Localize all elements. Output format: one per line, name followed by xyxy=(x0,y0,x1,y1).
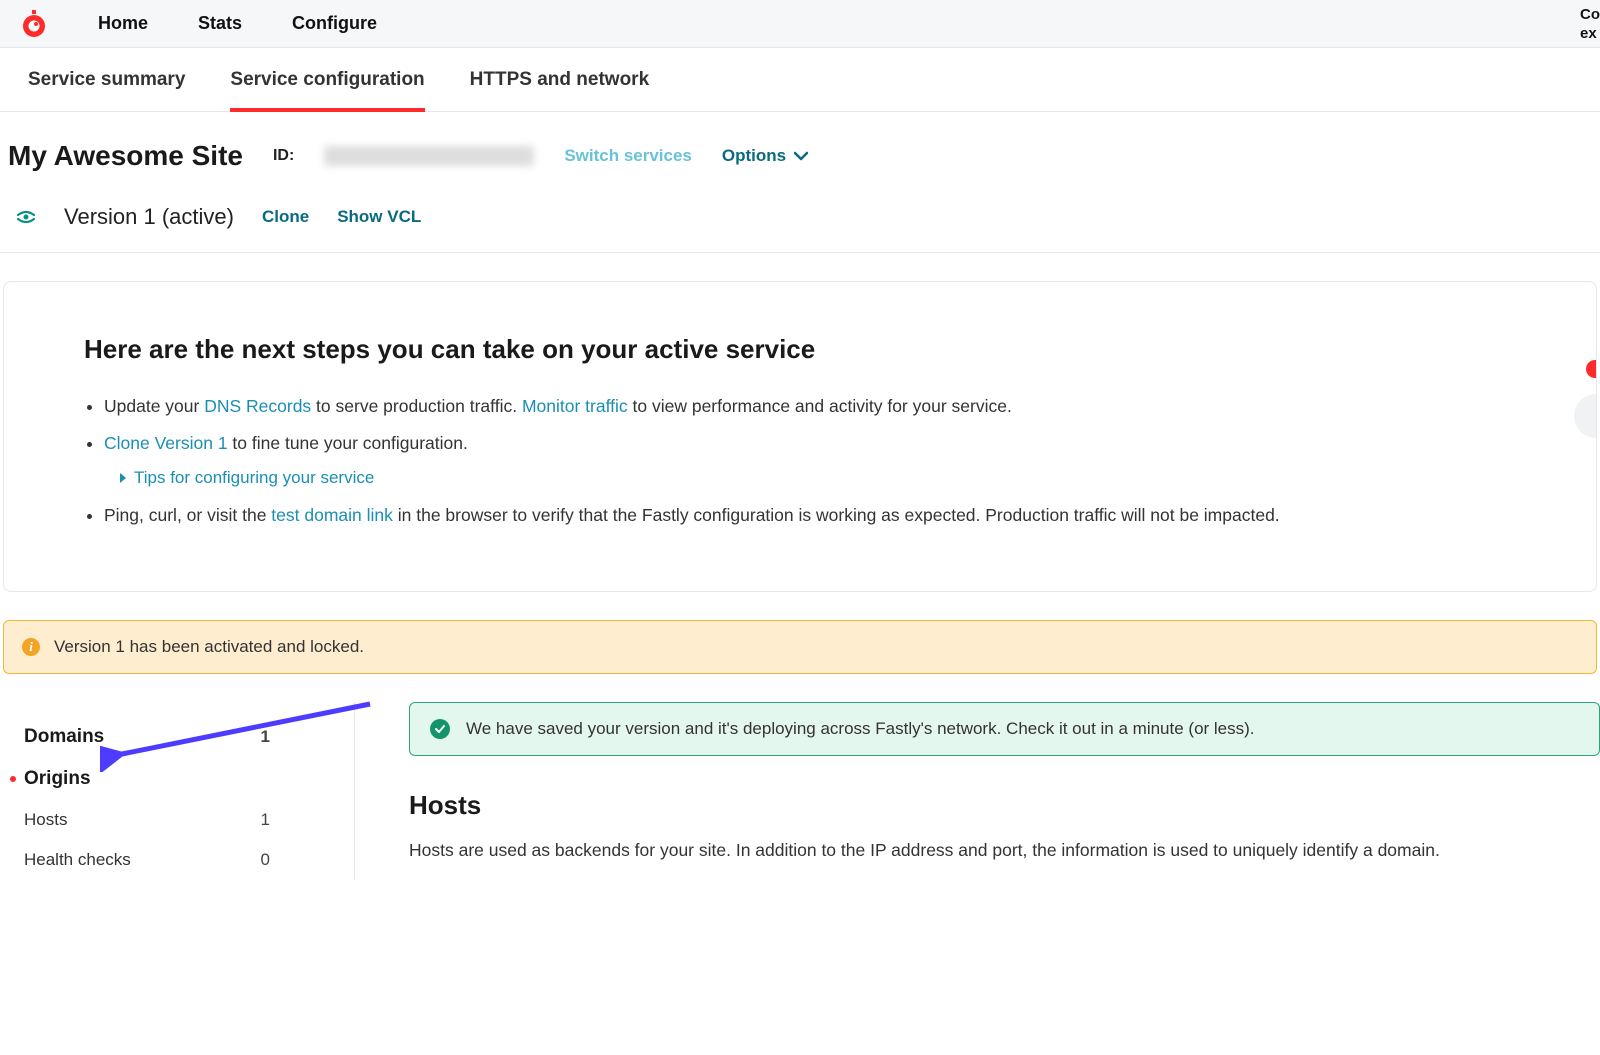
config-sidebar: Domains 1 Origins Hosts 1 Health checks … xyxy=(0,702,355,880)
step3-post: in the browser to verify that the Fastly… xyxy=(393,505,1280,525)
deploy-success-banner: We have saved your version and it's depl… xyxy=(409,702,1600,756)
sidebar-item-domains[interactable]: Domains 1 xyxy=(24,716,330,758)
test-domain-link[interactable]: test domain link xyxy=(271,505,393,525)
sidebar-item-hosts[interactable]: Hosts 1 xyxy=(24,800,330,840)
right-edge-red-dot xyxy=(1586,360,1596,378)
switch-services-link[interactable]: Switch services xyxy=(564,146,692,166)
topbar-right-line2: ex xyxy=(1580,25,1600,44)
service-id-value-blurred xyxy=(324,146,534,166)
tab-https-network[interactable]: HTTPS and network xyxy=(470,48,649,111)
sidebar-hosts-label: Hosts xyxy=(24,810,67,830)
nav-stats[interactable]: Stats xyxy=(198,13,242,34)
topbar-right-line1: Co xyxy=(1580,6,1600,25)
config-lower-section: Domains 1 Origins Hosts 1 Health checks … xyxy=(0,702,1600,880)
sidebar-item-health-checks[interactable]: Health checks 0 xyxy=(24,840,330,880)
version-active-icon xyxy=(16,207,36,227)
hosts-heading: Hosts xyxy=(409,790,1600,821)
check-circle-icon xyxy=(430,719,450,739)
version-activated-alert: i Version 1 has been activated and locke… xyxy=(3,620,1597,674)
step1-post: to view performance and activity for you… xyxy=(628,396,1012,416)
service-subtabs: Service summary Service configuration HT… xyxy=(0,48,1600,112)
step2-post: to fine tune your configuration. xyxy=(228,433,468,453)
chevron-down-icon xyxy=(794,146,808,166)
alert-text: Version 1 has been activated and locked. xyxy=(54,637,364,657)
version-label: Version 1 (active) xyxy=(64,204,234,230)
nav-configure[interactable]: Configure xyxy=(292,13,377,34)
service-header: My Awesome Site ID: Switch services Opti… xyxy=(0,112,1600,253)
next-steps-panel: Here are the next steps you can take on … xyxy=(3,281,1597,592)
info-icon: i xyxy=(22,638,40,656)
hosts-description: Hosts are used as backends for your site… xyxy=(409,837,1600,864)
step-clone: Clone Version 1 to fine tune your config… xyxy=(104,430,1516,491)
topbar-right-text: Co ex xyxy=(1580,6,1600,44)
sidebar-health-label: Health checks xyxy=(24,850,131,870)
step1-pre: Update your xyxy=(104,396,204,416)
top-nav-links: Home Stats Configure xyxy=(98,13,377,34)
step-test-domain: Ping, curl, or visit the test domain lin… xyxy=(104,502,1516,529)
config-content: We have saved your version and it's depl… xyxy=(355,702,1600,880)
success-text: We have saved your version and it's depl… xyxy=(466,719,1255,739)
next-steps-heading: Here are the next steps you can take on … xyxy=(84,334,1516,365)
show-vcl-link[interactable]: Show VCL xyxy=(337,207,421,227)
dns-records-link[interactable]: DNS Records xyxy=(204,396,311,416)
sidebar-domains-count: 1 xyxy=(261,727,330,747)
top-navbar: Home Stats Configure Co ex xyxy=(0,0,1600,48)
sidebar-health-count: 0 xyxy=(261,850,330,870)
service-title: My Awesome Site xyxy=(8,140,243,172)
monitor-traffic-link[interactable]: Monitor traffic xyxy=(522,396,628,416)
tab-service-summary[interactable]: Service summary xyxy=(28,48,185,111)
step-dns: Update your DNS Records to serve product… xyxy=(104,393,1516,420)
fastly-logo-icon xyxy=(20,10,48,38)
sidebar-hosts-count: 1 xyxy=(261,810,330,830)
active-indicator-dot-icon xyxy=(10,776,16,782)
tips-configuring-link[interactable]: Tips for configuring your service xyxy=(134,465,374,491)
right-edge-grey-circle xyxy=(1574,394,1596,438)
step1-mid: to serve production traffic. xyxy=(311,396,522,416)
step3-pre: Ping, curl, or visit the xyxy=(104,505,271,525)
tab-service-configuration[interactable]: Service configuration xyxy=(230,48,424,111)
clone-version-link[interactable]: Clone Version 1 xyxy=(104,433,228,453)
sidebar-domains-label: Domains xyxy=(24,726,104,748)
options-label: Options xyxy=(722,146,786,166)
clone-link[interactable]: Clone xyxy=(262,207,309,227)
nav-home[interactable]: Home xyxy=(98,13,148,34)
service-id-label: ID: xyxy=(273,147,294,165)
sidebar-item-origins[interactable]: Origins xyxy=(24,758,330,800)
tips-link-row: Tips for configuring your service xyxy=(120,465,1516,491)
caret-right-icon xyxy=(120,473,126,483)
options-dropdown[interactable]: Options xyxy=(722,146,808,166)
sidebar-origins-label: Origins xyxy=(24,768,91,790)
